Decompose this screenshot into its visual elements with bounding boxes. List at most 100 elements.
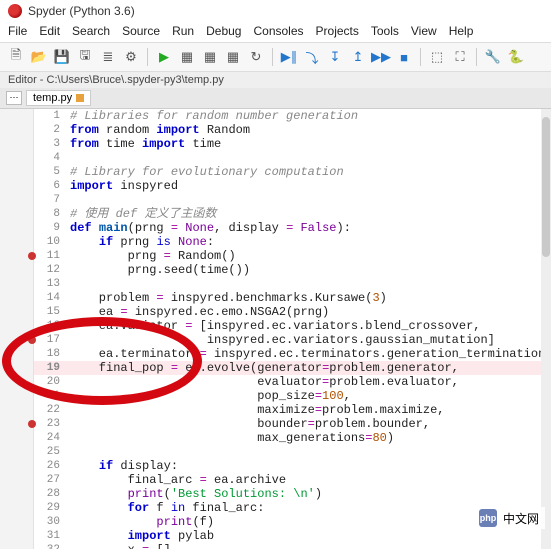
line-number[interactable]: 29	[38, 501, 64, 515]
menu-debug[interactable]: Debug	[206, 24, 241, 38]
code-line[interactable]: 15 ea = inspyred.ec.emo.NSGA2(prng)	[34, 305, 543, 319]
line-number[interactable]: 26	[38, 459, 64, 473]
code-text[interactable]: def main(prng = None, display = False):	[64, 221, 543, 235]
python-path-icon[interactable]: 🐍	[506, 47, 526, 67]
code-text[interactable]: max_generations=80)	[64, 431, 543, 445]
line-number[interactable]: 12	[38, 263, 64, 277]
code-line[interactable]: 16 ea.variator = [inspyred.ec.variators.…	[34, 319, 543, 333]
code-line[interactable]: 3from time import time	[34, 137, 543, 151]
line-number[interactable]: 5	[38, 165, 64, 179]
code-line[interactable]: 23 bounder=problem.bounder,	[34, 417, 543, 431]
code-text[interactable]: for f in final_arc:	[64, 501, 543, 515]
code-text[interactable]: print('Best Solutions: \n')	[64, 487, 543, 501]
code-line[interactable]: 4	[34, 151, 543, 165]
code-text[interactable]: import pylab	[64, 529, 543, 543]
code-text[interactable]: # Libraries for random number generation	[64, 109, 543, 123]
code-line[interactable]: 28 print('Best Solutions: \n')	[34, 487, 543, 501]
debug-icon[interactable]: ▶∥	[279, 47, 299, 67]
code-line[interactable]: 22 maximize=problem.maximize,	[34, 403, 543, 417]
line-number[interactable]: 11	[38, 249, 64, 263]
code-area[interactable]: 1# Libraries for random number generatio…	[34, 109, 543, 549]
line-number[interactable]: 17	[38, 333, 64, 347]
code-text[interactable]: problem = inspyred.benchmarks.Kursawe(3)	[64, 291, 543, 305]
code-line[interactable]: 17 inspyred.ec.variators.gaussian_mutati…	[34, 333, 543, 347]
code-line[interactable]: 12 prng.seed(time())	[34, 263, 543, 277]
menu-projects[interactable]: Projects	[316, 24, 359, 38]
code-line[interactable]: 10 if prng is None:	[34, 235, 543, 249]
code-line[interactable]: 20 evaluator=problem.evaluator,	[34, 375, 543, 389]
line-number[interactable]: 30	[38, 515, 64, 529]
code-text[interactable]: bounder=problem.bounder,	[64, 417, 543, 431]
code-line[interactable]: 25	[34, 445, 543, 459]
run-selection-icon[interactable]: ▦	[223, 47, 243, 67]
new-file-icon[interactable]: 🗎	[6, 47, 26, 67]
line-number[interactable]: 15	[38, 305, 64, 319]
maximize-icon[interactable]: ⬚	[427, 47, 447, 67]
line-number[interactable]: 24	[38, 431, 64, 445]
code-line[interactable]: 14 problem = inspyred.benchmarks.Kursawe…	[34, 291, 543, 305]
code-line[interactable]: 30 print(f)	[34, 515, 543, 529]
code-editor[interactable]: 1# Libraries for random number generatio…	[0, 109, 551, 549]
code-line[interactable]: 24 max_generations=80)	[34, 431, 543, 445]
line-number[interactable]: 25	[38, 445, 64, 459]
line-number[interactable]: 8	[38, 207, 64, 221]
gutter[interactable]	[0, 109, 34, 549]
code-text[interactable]: inspyred.ec.variators.gaussian_mutation]	[64, 333, 543, 347]
code-line[interactable]: 6import inspyred	[34, 179, 543, 193]
code-text[interactable]: prng = Random()	[64, 249, 543, 263]
line-number[interactable]: 14	[38, 291, 64, 305]
line-number[interactable]: 9	[38, 221, 64, 235]
open-file-icon[interactable]: 📂	[29, 47, 49, 67]
code-text[interactable]: maximize=problem.maximize,	[64, 403, 543, 417]
code-line[interactable]: 13	[34, 277, 543, 291]
code-line[interactable]: 11 prng = Random()	[34, 249, 543, 263]
code-line[interactable]: 9def main(prng = None, display = False):	[34, 221, 543, 235]
rerun-icon[interactable]: ↻	[246, 47, 266, 67]
line-number[interactable]: 3	[38, 137, 64, 151]
line-number[interactable]: 19	[38, 361, 64, 375]
line-number[interactable]: 22	[38, 403, 64, 417]
code-text[interactable]: x = []	[64, 543, 543, 549]
stop-debug-icon[interactable]: ■	[394, 47, 414, 67]
breakpoint-icon[interactable]	[28, 252, 36, 260]
code-line[interactable]: 5# Library for evolutionary computation	[34, 165, 543, 179]
breakpoint-icon[interactable]	[28, 336, 36, 344]
menu-consoles[interactable]: Consoles	[253, 24, 303, 38]
run-icon[interactable]: ▶	[154, 47, 174, 67]
code-text[interactable]: # 使用 def 定义了主函数	[64, 207, 543, 221]
vertical-scrollbar[interactable]	[541, 109, 551, 549]
menu-view[interactable]: View	[411, 24, 437, 38]
line-number[interactable]: 1	[38, 109, 64, 123]
code-text[interactable]: from random import Random	[64, 123, 543, 137]
code-line[interactable]: 31 import pylab	[34, 529, 543, 543]
code-text[interactable]: ea = inspyred.ec.emo.NSGA2(prng)	[64, 305, 543, 319]
menu-file[interactable]: File	[8, 24, 27, 38]
code-text[interactable]: if display:	[64, 459, 543, 473]
line-number[interactable]: 10	[38, 235, 64, 249]
code-text[interactable]: pop_size=100,	[64, 389, 543, 403]
code-text[interactable]: from time import time	[64, 137, 543, 151]
continue-icon[interactable]: ▶▶	[371, 47, 391, 67]
code-text[interactable]: final_arc = ea.archive	[64, 473, 543, 487]
line-number[interactable]: 31	[38, 529, 64, 543]
code-text[interactable]: ea.variator = [inspyred.ec.variators.ble…	[64, 319, 543, 333]
line-number[interactable]: 23	[38, 417, 64, 431]
line-number[interactable]: 20	[38, 375, 64, 389]
line-number[interactable]: 6	[38, 179, 64, 193]
code-line[interactable]: 2from random import Random	[34, 123, 543, 137]
menu-search[interactable]: Search	[72, 24, 110, 38]
code-line[interactable]: 1# Libraries for random number generatio…	[34, 109, 543, 123]
line-number[interactable]: 28	[38, 487, 64, 501]
settings-icon[interactable]: ⚙	[121, 47, 141, 67]
line-number[interactable]: 13	[38, 277, 64, 291]
code-line[interactable]: 32 x = []	[34, 543, 543, 549]
line-number[interactable]: 32	[38, 543, 64, 549]
fullscreen-icon[interactable]: ⛶	[450, 47, 470, 67]
menu-source[interactable]: Source	[122, 24, 160, 38]
code-text[interactable]: print(f)	[64, 515, 543, 529]
menu-help[interactable]: Help	[449, 24, 474, 38]
line-number[interactable]: 4	[38, 151, 64, 165]
code-line[interactable]: 8# 使用 def 定义了主函数	[34, 207, 543, 221]
step-over-icon[interactable]: ⤵	[302, 47, 322, 67]
list-icon[interactable]: ≣	[98, 47, 118, 67]
